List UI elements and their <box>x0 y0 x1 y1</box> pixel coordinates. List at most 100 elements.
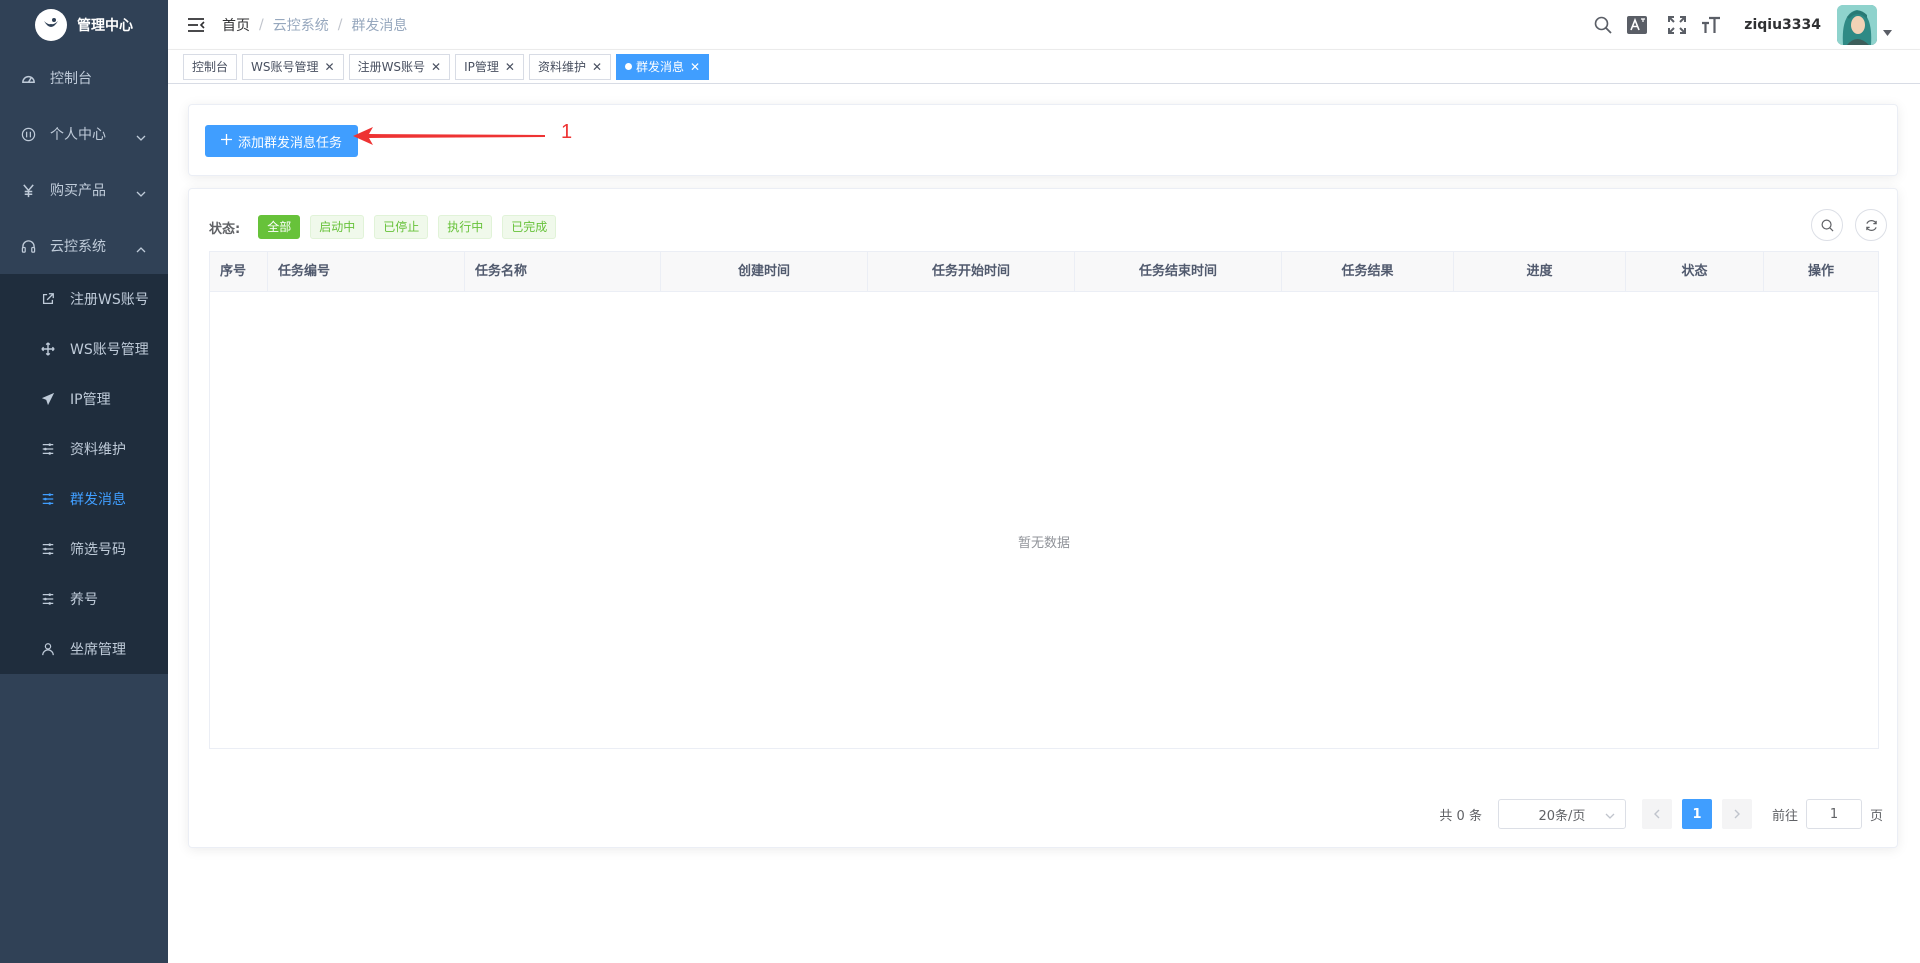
sliders-icon <box>40 591 56 607</box>
sidebar-item-ws-accounts[interactable]: WS账号管理 <box>0 324 168 374</box>
tag-profile-maintenance[interactable]: 资料维护 ✕ <box>528 53 612 80</box>
sidebar-item-mass-message[interactable]: 群发消息 <box>0 474 168 524</box>
sidebar-item-label: 养号 <box>70 592 98 608</box>
column-header: 任务结束时间 <box>1075 252 1282 292</box>
sidebar-item-cloud-control[interactable]: 云控系统 <box>0 218 168 274</box>
sidebar-item-ip-management[interactable]: IP管理 <box>0 374 168 424</box>
empty-state-text: 暂无数据 <box>1017 536 1070 551</box>
status-filter-starting[interactable]: 启动中 <box>310 215 365 239</box>
font-size-icon[interactable] <box>1700 14 1722 36</box>
sidebar-item-label: 群发消息 <box>70 492 126 508</box>
toolbar-card: 添加群发消息任务 1 <box>188 104 1898 176</box>
avatar[interactable] <box>1837 5 1877 45</box>
tag-label: 资料维护 <box>537 59 586 74</box>
goto-label: 前往 <box>1771 808 1798 824</box>
page-size-select[interactable]: 20条/页 <box>1497 799 1626 829</box>
tag-dashboard[interactable]: 控制台 <box>183 53 238 80</box>
sidebar-item-register-ws[interactable]: 注册WS账号 <box>0 274 168 324</box>
column-header: 任务名称 <box>465 252 661 292</box>
annotation-number: 1 <box>561 121 573 143</box>
page-suffix: 页 <box>1869 808 1883 824</box>
search-toggle-button[interactable] <box>1811 209 1843 241</box>
hamburger-icon[interactable] <box>184 13 208 37</box>
next-page-button[interactable] <box>1721 799 1752 829</box>
sidebar-logo[interactable]: 管理中心 <box>0 0 168 50</box>
sidebar: 管理中心 控制台 个人中心 购买产品 云控系统 注册WS账号 WS账号管理 IP… <box>0 0 168 963</box>
chevron-down-icon <box>136 130 146 146</box>
add-button-label: 添加群发消息任务 <box>238 135 343 151</box>
translate-icon[interactable] <box>1626 14 1648 36</box>
tag-mass-message[interactable]: 群发消息 ✕ <box>616 53 710 80</box>
breadcrumb: 首页 / 云控系统 / 群发消息 <box>222 15 407 35</box>
status-filter-running[interactable]: 执行中 <box>438 215 493 239</box>
headset-icon <box>20 238 36 254</box>
tags-view: 控制台 WS账号管理 ✕ 注册WS账号 ✕ IP管理 ✕ 资料维护 ✕ 群发消息… <box>168 50 1920 84</box>
sliders-icon <box>40 541 56 557</box>
sidebar-item-profile[interactable]: 个人中心 <box>0 106 168 162</box>
sidebar-item-label: 购买产品 <box>50 183 106 199</box>
chevron-right-icon <box>1734 809 1740 819</box>
plus-icon <box>221 133 232 149</box>
breadcrumb-home[interactable]: 首页 <box>222 15 250 35</box>
tag-label: 注册WS账号 <box>357 59 426 74</box>
close-icon[interactable]: ✕ <box>431 55 441 79</box>
chevron-left-icon <box>1653 809 1660 819</box>
tag-label: WS账号管理 <box>251 59 319 74</box>
tag-ip-management[interactable]: IP管理 ✕ <box>455 53 524 80</box>
page-number-button[interactable]: 1 <box>1681 799 1712 829</box>
main-content: 添加群发消息任务 1 状态: 全部 启动中 已停止 执行中 已完成 序号 任务编… <box>168 84 1920 963</box>
chevron-up-icon <box>136 242 146 258</box>
sidebar-item-dashboard[interactable]: 控制台 <box>0 50 168 106</box>
refresh-icon <box>1865 219 1877 231</box>
goto-page-input[interactable]: 1 <box>1805 799 1862 829</box>
page-jumper: 前往 1 页 <box>1772 799 1883 829</box>
column-header: 状态 <box>1626 252 1764 292</box>
breadcrumb-separator: / <box>259 16 264 33</box>
status-filter-label: 状态: <box>209 221 241 237</box>
tag-register-ws[interactable]: 注册WS账号 ✕ <box>348 53 451 80</box>
status-filter-stopped[interactable]: 已停止 <box>374 215 429 239</box>
sidebar-item-profile-maintenance[interactable]: 资料维护 <box>0 424 168 474</box>
sidebar-item-filter-numbers[interactable]: 筛选号码 <box>0 524 168 574</box>
sidebar-item-label: 坐席管理 <box>70 642 126 658</box>
top-navbar: 首页 / 云控系统 / 群发消息 ziqiu3334 <box>168 0 1920 50</box>
sidebar-item-seat-management[interactable]: 坐席管理 <box>0 624 168 674</box>
tag-label: 控制台 <box>192 59 229 74</box>
column-header: 任务开始时间 <box>868 252 1075 292</box>
prev-page-button[interactable] <box>1641 799 1672 829</box>
sidebar-item-purchase[interactable]: 购买产品 <box>0 162 168 218</box>
column-header: 进度 <box>1454 252 1626 292</box>
annotation-arrow-icon <box>353 127 545 145</box>
close-icon[interactable]: ✕ <box>505 55 515 79</box>
breadcrumb-separator: / <box>337 16 343 33</box>
yen-icon <box>20 182 36 198</box>
breadcrumb-cloud-control: 云控系统 <box>272 17 329 34</box>
column-header: 序号 <box>210 252 268 292</box>
username[interactable]: ziqiu3334 <box>1744 17 1821 33</box>
caret-down-icon[interactable] <box>1883 24 1892 40</box>
refresh-button[interactable] <box>1855 209 1887 241</box>
search-icon <box>1821 219 1833 231</box>
sliders-icon <box>40 441 56 457</box>
search-icon[interactable] <box>1592 14 1614 36</box>
external-link-icon <box>40 291 56 307</box>
sidebar-submenu-cloud-control: 注册WS账号 WS账号管理 IP管理 资料维护 群发消息 筛选号码 养号 坐席管… <box>0 274 168 674</box>
sliders-icon <box>40 491 56 507</box>
status-filter-all[interactable]: 全部 <box>258 215 301 239</box>
status-filter: 状态: 全部 启动中 已停止 执行中 已完成 <box>209 215 566 239</box>
column-header: 创建时间 <box>661 252 868 292</box>
status-filter-completed[interactable]: 已完成 <box>502 215 557 239</box>
sidebar-item-account-nurturing[interactable]: 养号 <box>0 574 168 624</box>
sidebar-item-label: 个人中心 <box>50 127 106 143</box>
chevron-down-icon <box>1605 809 1615 824</box>
tag-label: IP管理 <box>464 59 499 74</box>
fullscreen-icon[interactable] <box>1666 14 1688 36</box>
close-icon[interactable]: ✕ <box>690 55 700 79</box>
tag-ws-accounts[interactable]: WS账号管理 ✕ <box>242 53 344 80</box>
user-circle-icon <box>20 126 36 142</box>
close-icon[interactable]: ✕ <box>592 55 602 79</box>
close-icon[interactable]: ✕ <box>325 55 335 79</box>
add-mass-message-task-button[interactable]: 添加群发消息任务 <box>205 125 359 157</box>
header-right: ziqiu3334 <box>1580 0 1892 50</box>
logo-icon <box>35 9 67 41</box>
